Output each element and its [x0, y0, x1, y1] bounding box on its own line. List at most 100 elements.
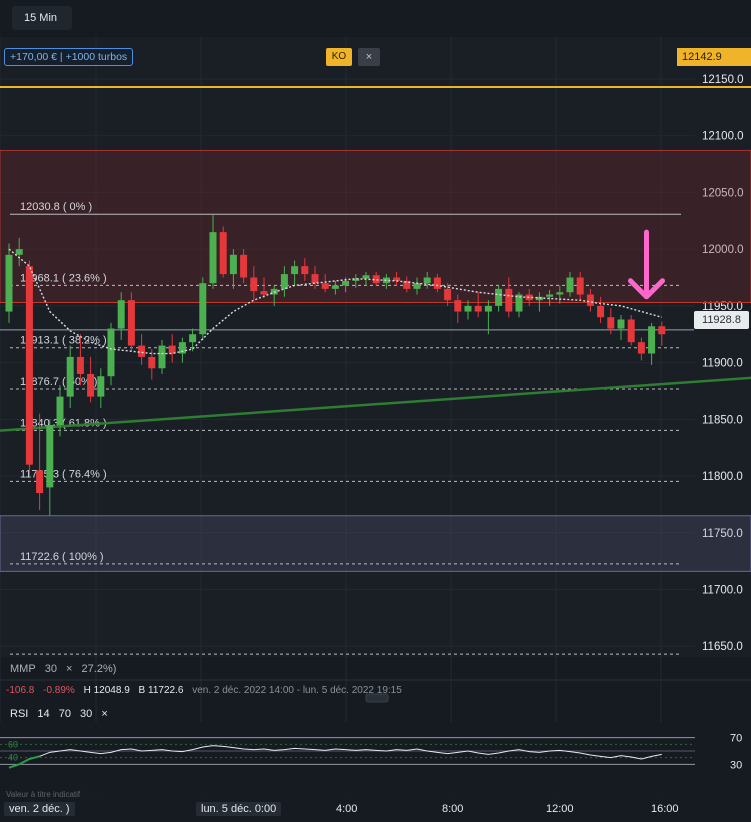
- rsi-param-2[interactable]: 70: [59, 708, 71, 720]
- mmp-period[interactable]: 30: [45, 663, 57, 675]
- candle-body-47: [484, 305, 492, 312]
- y-tick-label-9: 12100.0: [702, 131, 744, 143]
- y-tick-label-4: 11850.0: [702, 414, 743, 426]
- candle-body-48: [495, 288, 503, 306]
- mmp-close-icon[interactable]: ×: [66, 663, 72, 675]
- candle-body-23: [240, 254, 248, 278]
- candle-body-62: [637, 342, 645, 354]
- y-tick-label-3: 11800.0: [702, 471, 743, 483]
- candle-body-42: [433, 277, 441, 289]
- candle-body-15: [158, 345, 166, 369]
- turbo-position-tag[interactable]: +170,00 € | +1000 turbos: [4, 48, 134, 66]
- support-zone-1: [0, 515, 751, 572]
- candle-body-20: [209, 232, 217, 284]
- ko-tag[interactable]: KO: [326, 48, 352, 66]
- rsi-param-3[interactable]: 30: [80, 708, 92, 720]
- candle-body-58: [597, 305, 605, 318]
- fib-label-5: 11795.3 ( 76.4% ): [20, 468, 107, 480]
- candle-body-59: [607, 317, 615, 329]
- price-info-line: -106.8 -0.89% H 12048.9 B 11722.6 ven. 2…: [6, 685, 408, 696]
- candle-body-4: [46, 424, 54, 488]
- y-tick-label-5: 11900.0: [702, 358, 743, 370]
- fib-label-0: 12030.8 ( 0% ): [20, 201, 92, 213]
- fib-label-6: 11722.6 ( 100% ): [20, 551, 104, 563]
- candle-body-49: [505, 288, 513, 312]
- candle-body-61: [627, 319, 635, 343]
- y-tick-label-10: 12150.0: [702, 74, 744, 86]
- candle-body-28: [291, 266, 299, 275]
- candle-body-63: [648, 326, 656, 354]
- candle-body-60: [617, 319, 625, 329]
- candle-body-22: [229, 254, 237, 275]
- candle-body-29: [301, 266, 309, 275]
- last-price-label: 11928.8: [694, 311, 749, 329]
- timeframe-button[interactable]: 15 Min: [12, 6, 72, 30]
- chart-canvas[interactable]: 11650.011700.011750.011800.011850.011900…: [0, 0, 751, 822]
- rsi-param-1[interactable]: 14: [37, 708, 49, 720]
- candle-body-11: [117, 300, 125, 329]
- candle-body-46: [474, 305, 482, 312]
- candle-body-45: [464, 305, 472, 312]
- x-tick-1: lun. 5 déc. 0:00: [196, 802, 282, 816]
- candle-body-19: [199, 283, 207, 335]
- ko-close-icon[interactable]: ×: [358, 48, 380, 66]
- high-value: H 12048.9: [83, 685, 130, 696]
- rsi-close-icon[interactable]: ×: [101, 708, 107, 720]
- candle-body-54: [556, 292, 564, 295]
- candle-body-56: [576, 277, 584, 295]
- rsi-indicator-header: RSI 14 70 30 ×: [10, 708, 114, 720]
- x-tick-0: ven. 2 déc. ): [4, 802, 75, 816]
- x-tick-2: 4:00: [336, 803, 358, 815]
- fib-label-1: 11968.1 ( 23.6% ): [20, 272, 107, 284]
- candle-body-1: [15, 249, 23, 255]
- candle-body-13: [138, 345, 146, 357]
- low-value: B 11722.6: [138, 685, 184, 696]
- candle-body-10: [107, 328, 115, 377]
- rsi-left-label-40: 40: [8, 753, 18, 763]
- candle-body-12: [127, 300, 135, 346]
- rsi-left-label-60: 60: [8, 739, 18, 749]
- candle-body-32: [331, 285, 339, 289]
- rsi-label[interactable]: RSI: [10, 708, 28, 720]
- y-tick-label-0: 11650.0: [702, 641, 743, 653]
- candle-body-40: [413, 283, 421, 289]
- candle-body-55: [566, 277, 574, 293]
- date-range: ven. 2 déc. 2022 14:00 - lun. 5 déc. 202…: [192, 685, 402, 696]
- x-tick-3: 8:00: [442, 803, 464, 815]
- candle-body-64: [658, 326, 666, 335]
- candle-body-25: [260, 291, 268, 295]
- candle-body-24: [250, 277, 258, 292]
- candle-body-57: [586, 294, 594, 306]
- ko-price-label: 12142.9: [677, 48, 751, 66]
- indicator-note: Valeur à titre indicatif: [6, 790, 81, 799]
- rsi-axis-label-70: 70: [730, 733, 742, 745]
- candle-body-7: [76, 356, 84, 374]
- candle-body-9: [97, 376, 105, 397]
- candle-body-43: [444, 288, 452, 301]
- price-chart[interactable]: 11650.011700.011750.011800.011850.011900…: [0, 0, 751, 822]
- candle-body-3: [36, 470, 44, 494]
- candle-body-14: [148, 356, 156, 369]
- fib-label-2: 11913.1 ( 38.2% ): [20, 335, 107, 347]
- x-tick-4: 12:00: [546, 803, 574, 815]
- candle-body-21: [219, 232, 227, 275]
- x-axis-background: [0, 795, 751, 822]
- candle-body-0: [5, 254, 13, 312]
- candle-body-53: [546, 294, 554, 297]
- mmp-indicator-header: MMP 30 × 27.2%): [10, 663, 122, 675]
- candle-body-41: [423, 277, 431, 284]
- candle-body-2: [25, 266, 33, 465]
- change-value: -106.8: [6, 685, 35, 696]
- candle-body-27: [280, 274, 288, 289]
- candle-body-18: [189, 334, 197, 343]
- change-percent: -0.89%: [43, 685, 75, 696]
- rsi-axis-label-30: 30: [730, 759, 742, 771]
- candle-body-44: [454, 300, 462, 312]
- candle-body-33: [342, 280, 350, 286]
- y-tick-label-1: 11700.0: [702, 584, 743, 596]
- x-tick-5: 16:00: [651, 803, 679, 815]
- mmp-label[interactable]: MMP: [10, 663, 36, 675]
- candle-body-35: [362, 275, 370, 279]
- candle-body-31: [321, 283, 329, 289]
- candle-body-5: [56, 396, 64, 425]
